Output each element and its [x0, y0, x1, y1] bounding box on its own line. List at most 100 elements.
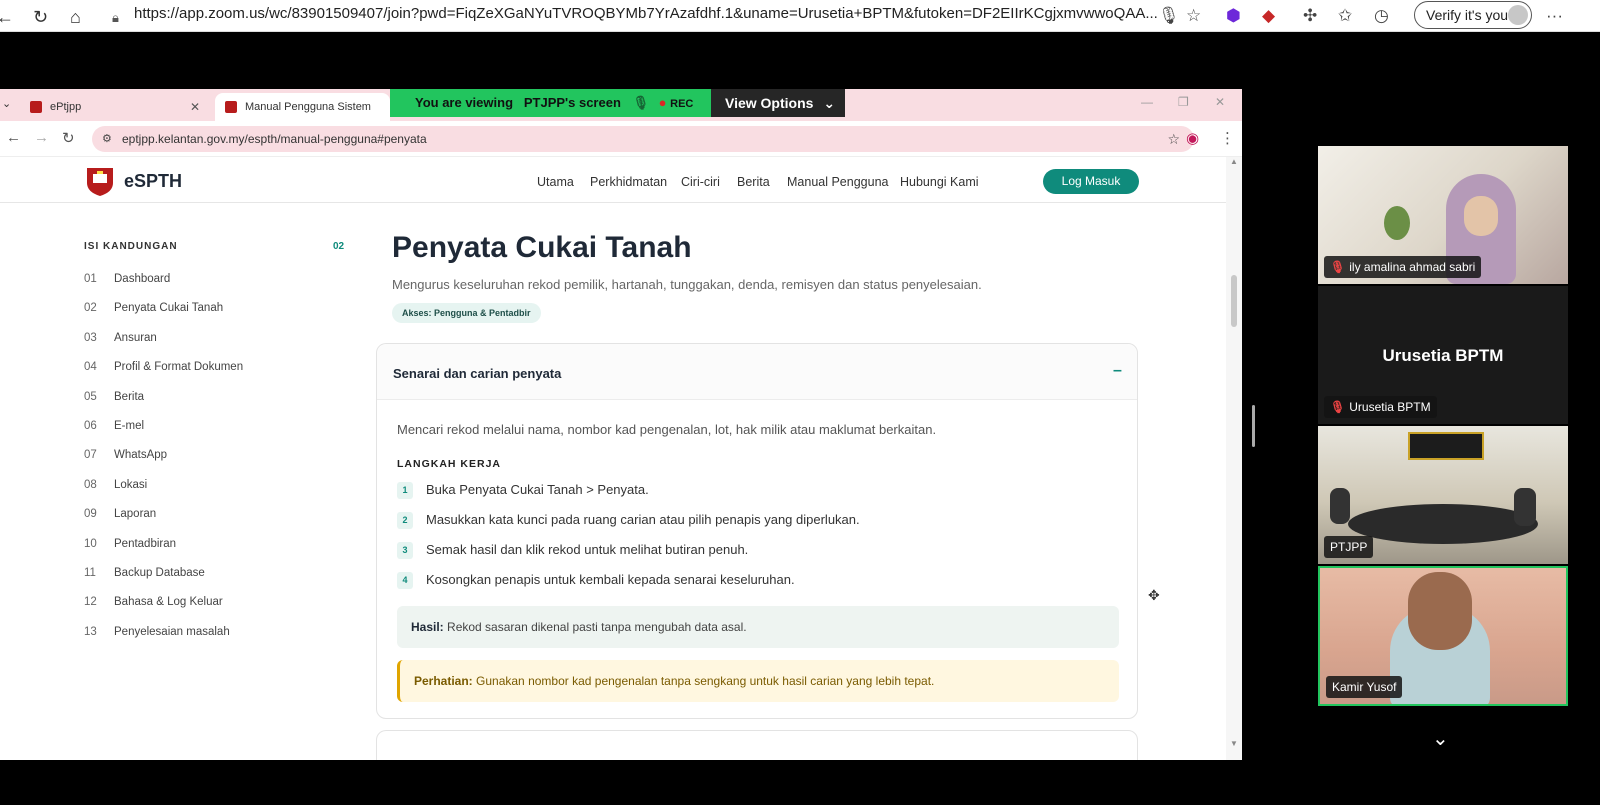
participant-name-tag: Kamir Yusof: [1326, 676, 1403, 698]
close-window-icon[interactable]: ✕: [1215, 95, 1225, 109]
toc-item-number: 05: [84, 390, 97, 403]
scroll-up-icon[interactable]: ▲: [1230, 157, 1238, 166]
toc-item-number: 03: [84, 331, 97, 344]
login-button[interactable]: Log Masuk: [1043, 169, 1139, 194]
toc-item[interactable]: 05 Berita: [84, 391, 144, 403]
history-icon[interactable]: ◷: [1374, 6, 1389, 26]
inner-url-text: eptjpp.kelantan.gov.my/espth/manual-peng…: [122, 132, 427, 146]
toc-item[interactable]: 08 Lokasi: [84, 479, 147, 491]
toc-item-label: Lokasi: [114, 478, 148, 491]
mic-muted-icon: 🎙︎: [632, 95, 650, 110]
toc-item-number: 08: [84, 478, 97, 491]
toc-item[interactable]: 13 Penyelesaian masalah: [84, 626, 230, 638]
bookmark-star-icon[interactable]: ☆: [1167, 126, 1180, 152]
extension-red-icon[interactable]: ◆: [1262, 6, 1275, 26]
participant-tile[interactable]: Urusetia BPTM 🎙︎ Urusetia BPTM: [1318, 286, 1568, 424]
toc-item-number: 02: [84, 302, 97, 315]
participant-tile[interactable]: 🎙︎ ily amalina ahmad sabri: [1318, 146, 1568, 284]
toc-item[interactable]: 06 E-mel: [84, 420, 144, 432]
site-info-icon[interactable]: ⚙︎: [102, 126, 112, 152]
warning-label: Perhatian:: [414, 674, 473, 688]
toc-item[interactable]: 10 Pentadbiran: [84, 538, 176, 550]
lock-icon[interactable]: 🔒︎: [112, 6, 119, 26]
more-icon[interactable]: ···: [1546, 6, 1563, 26]
nav-ciri-ciri[interactable]: Ciri-ciri: [681, 175, 720, 189]
toc-item[interactable]: 03 Ansuran: [84, 332, 157, 344]
toc-item[interactable]: 02 Penyata Cukai Tanah: [84, 302, 223, 314]
view-options-label: View Options: [725, 95, 814, 111]
step-item: 3 Semak hasil dan klik rekod untuk meliha…: [397, 542, 748, 560]
toc-item-number: 12: [84, 596, 97, 609]
minimize-icon[interactable]: —: [1141, 95, 1153, 109]
step-number: 2: [397, 512, 413, 530]
toc-item[interactable]: 04 Profil & Format Dokumen: [84, 361, 243, 373]
menu-icon[interactable]: ⋮: [1220, 129, 1235, 147]
mic-muted-icon: 🎙︎: [1330, 260, 1346, 274]
shield-icon[interactable]: ⬢: [1226, 6, 1241, 26]
profile-icon[interactable]: ◉: [1186, 129, 1199, 147]
toc-active-number: 02: [333, 241, 345, 252]
extension-icon[interactable]: ✣: [1303, 6, 1317, 26]
back-icon[interactable]: ←: [0, 7, 14, 28]
outer-address-bar[interactable]: 🔒︎ https://app.zoom.us/wc/83901509407/jo…: [104, 2, 1184, 26]
step-number: 4: [397, 572, 413, 590]
toc-item[interactable]: 09 Laporan: [84, 508, 156, 520]
nav-manual-pengguna[interactable]: Manual Pengguna: [787, 175, 888, 189]
toc-item-number: 10: [84, 537, 97, 550]
tab-list-icon[interactable]: ⌄: [2, 97, 11, 110]
toc-item-label: Bahasa & Log Keluar: [114, 596, 223, 609]
card-description: Mencari rekod melalui nama, nombor kad p…: [397, 422, 937, 437]
participant-name-tag: 🎙︎ ily amalina ahmad sabri: [1324, 256, 1482, 278]
tab-eptjpp[interactable]: ePtjpp ✕: [20, 93, 210, 121]
inner-address-row: ← → ↻ ⚙︎ eptjpp.kelantan.gov.my/espth/ma…: [0, 121, 1242, 157]
screen-share-banner: You are viewing PTJPP's screen 🎙︎ ● REC: [390, 89, 712, 117]
nav-berita[interactable]: Berita: [737, 175, 770, 189]
move-cursor-icon: ✥: [1148, 587, 1160, 603]
favorite-icon[interactable]: ☆: [1186, 6, 1201, 26]
toc-title: ISI KANDUNGAN: [84, 241, 178, 252]
refresh-icon[interactable]: ↻: [33, 7, 48, 28]
scroll-down-icon[interactable]: ▼: [1230, 739, 1238, 748]
nav-hubungi-kami[interactable]: Hubungi Kami: [900, 175, 979, 189]
banner-sharer: PTJPP's screen: [523, 95, 621, 110]
close-icon[interactable]: ✕: [190, 93, 200, 121]
page-scrollbar[interactable]: ▲ ▼: [1226, 157, 1242, 760]
nav-utama[interactable]: Utama: [537, 175, 574, 189]
refresh-icon[interactable]: ↻: [62, 129, 75, 147]
toc-item[interactable]: 07 WhatsApp: [84, 449, 167, 461]
scroll-thumb[interactable]: [1231, 275, 1237, 327]
tab-manual-pengguna[interactable]: Manual Pengguna Sistem SPTH: [215, 93, 390, 141]
panel-resize-handle[interactable]: [1252, 405, 1255, 447]
forward-icon[interactable]: →: [34, 129, 49, 146]
view-options-button[interactable]: View Options ⌄: [711, 89, 845, 117]
back-icon[interactable]: ←: [6, 129, 21, 146]
restore-icon[interactable]: ❐: [1178, 95, 1189, 109]
card-header[interactable]: Senarai dan carian penyata –: [377, 344, 1137, 400]
toc-item-number: 13: [84, 625, 97, 638]
verify-button[interactable]: Verify it's you: [1414, 1, 1532, 29]
chevron-down-icon[interactable]: ⌄: [1432, 726, 1449, 751]
step-number: 1: [397, 482, 413, 500]
participant-tile[interactable]: PTJPP: [1318, 426, 1568, 564]
toc-item-label: Profil & Format Dokumen: [114, 361, 244, 374]
toc-item-number: 06: [84, 420, 97, 432]
collections-icon[interactable]: ✩: [1338, 6, 1352, 26]
attendee: [1330, 488, 1350, 524]
access-badge: Akses: Pengguna & Pentadbir: [392, 303, 541, 323]
outer-browser-toolbar: ← ↻ ⌂ 🔒︎ https://app.zoom.us/wc/83901509…: [0, 0, 1600, 32]
home-icon[interactable]: ⌂: [70, 7, 81, 28]
toc-item-number: 09: [84, 508, 97, 521]
next-section-card[interactable]: [376, 730, 1138, 760]
participant-name: Kamir Yusof: [1332, 680, 1397, 694]
inner-address-bar[interactable]: ⚙︎ eptjpp.kelantan.gov.my/espth/manual-p…: [92, 126, 1194, 152]
nav-perkhidmatan[interactable]: Perkhidmatan: [590, 175, 667, 189]
toc-item-label: Pentadbiran: [114, 537, 177, 550]
toc-item[interactable]: 11 Backup Database: [84, 567, 205, 579]
participant-tile-active-speaker[interactable]: Kamir Yusof: [1318, 566, 1568, 706]
toc-item[interactable]: 01 Dashboard: [84, 273, 170, 285]
toc-item[interactable]: 12 Bahasa & Log Keluar: [84, 596, 223, 608]
participant-face: [1464, 196, 1498, 236]
warning-box: Perhatian: Gunakan nombor kad pengenalan…: [397, 660, 1119, 702]
collapse-icon[interactable]: –: [1113, 362, 1122, 380]
mic-icon[interactable]: 🎙︎: [1158, 6, 1180, 26]
